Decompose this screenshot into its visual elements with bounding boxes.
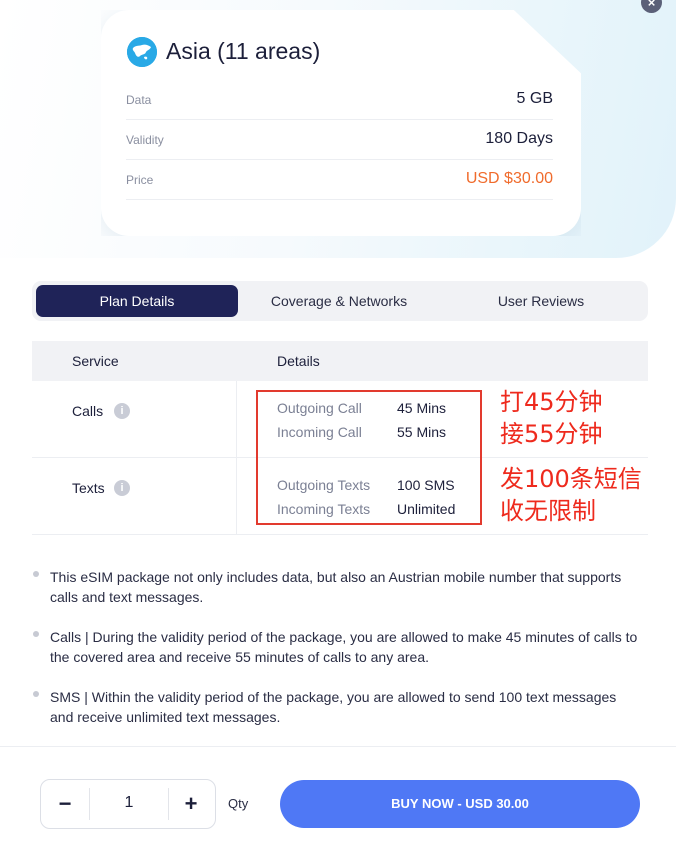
annotation-texts-incoming: 收无限制: [500, 497, 596, 525]
bullet-icon: [33, 691, 39, 697]
service-texts: Texts: [72, 480, 105, 496]
quantity-stepper: − 1 +: [40, 779, 216, 829]
annotation-box: [256, 390, 482, 525]
note-text: This eSIM package not only includes data…: [50, 569, 622, 605]
bullet-icon: [33, 631, 39, 637]
table-divider: [236, 381, 237, 535]
service-calls: Calls: [72, 403, 104, 419]
annotation-texts-outgoing: 发100条短信: [500, 465, 642, 493]
qty-label: Qty: [228, 796, 249, 811]
quantity-value[interactable]: 1: [90, 794, 168, 812]
service-header: Service: [72, 353, 119, 369]
table-header: Service Details: [32, 341, 648, 381]
data-row: Data 5 GB: [126, 80, 553, 120]
annotation-calls-outgoing: 打45分钟: [500, 388, 603, 416]
validity-value: 180 Days: [485, 130, 553, 147]
price-label: Price: [126, 173, 154, 187]
note-item: Calls | During the validity period of th…: [33, 627, 643, 667]
footer-divider: [0, 746, 676, 747]
tab-coverage-networks[interactable]: Coverage & Networks: [238, 285, 440, 317]
increment-button[interactable]: +: [177, 790, 205, 818]
info-icon[interactable]: i: [114, 403, 130, 419]
note-text: SMS | Within the validity period of the …: [50, 689, 617, 725]
note-item: This eSIM package not only includes data…: [33, 567, 643, 607]
tab-plan-details[interactable]: Plan Details: [36, 285, 238, 317]
validity-label: Validity: [126, 133, 164, 147]
data-value: 5 GB: [516, 90, 553, 107]
tab-bar: Plan Details Coverage & Networks User Re…: [32, 281, 648, 321]
data-label: Data: [126, 93, 152, 107]
annotation-calls-incoming: 接55分钟: [500, 420, 603, 448]
buy-now-button[interactable]: BUY NOW - USD 30.00: [280, 780, 640, 828]
validity-row: Validity 180 Days: [126, 120, 553, 160]
info-icon[interactable]: i: [114, 480, 130, 496]
plan-card: Asia (11 areas) Data 5 GB Validity 180 D…: [101, 10, 581, 236]
price-value: USD $30.00: [465, 170, 553, 187]
bullet-icon: [33, 571, 39, 577]
globe-icon: [127, 37, 157, 67]
note-text: Calls | During the validity period of th…: [50, 629, 638, 665]
price-row: Price USD $30.00: [126, 160, 553, 200]
tab-user-reviews[interactable]: User Reviews: [440, 285, 642, 317]
decrement-button[interactable]: −: [51, 790, 79, 818]
details-header: Details: [277, 353, 320, 369]
plan-title: Asia (11 areas): [166, 38, 321, 64]
note-item: SMS | Within the validity period of the …: [33, 687, 643, 727]
stepper-divider: [168, 788, 169, 820]
